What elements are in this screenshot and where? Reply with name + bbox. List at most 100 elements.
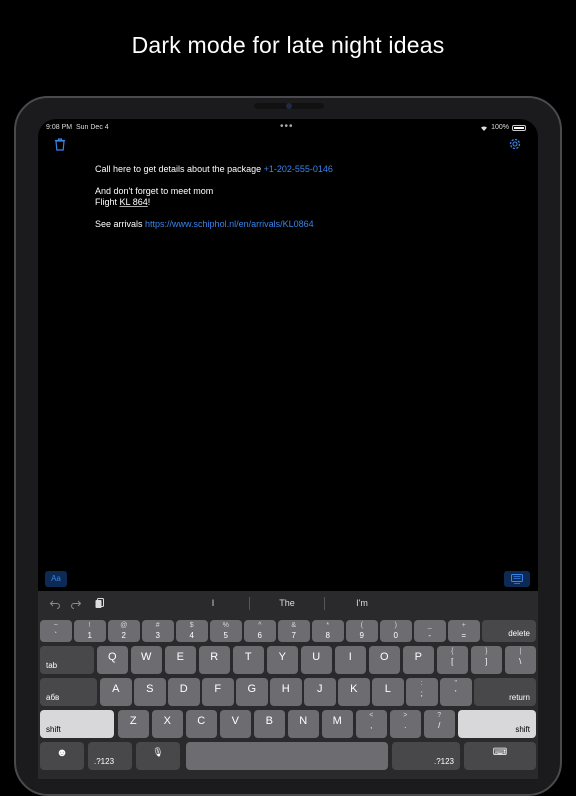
- note-body[interactable]: Call here to get details about the packa…: [95, 164, 333, 230]
- prediction-2[interactable]: The: [257, 598, 317, 608]
- key-s[interactable]: S: [134, 678, 166, 706]
- key-label: U: [312, 651, 321, 663]
- prediction-3[interactable]: I'm: [332, 598, 392, 608]
- key-shift-label: *: [326, 622, 330, 629]
- return-key[interactable]: return: [474, 678, 536, 706]
- key-label: 4: [189, 631, 194, 640]
- key-6[interactable]: ^ 6: [244, 620, 276, 642]
- key-label: =: [461, 631, 467, 640]
- key-1[interactable]: ! 1: [74, 620, 106, 642]
- key-label: P: [414, 651, 422, 663]
- wifi-icon: [481, 125, 488, 131]
- key-5[interactable]: % 5: [210, 620, 242, 642]
- key-q[interactable]: Q: [96, 646, 128, 674]
- delete-key[interactable]: delete: [482, 620, 536, 642]
- key-shift-label: (: [360, 622, 363, 629]
- key-7[interactable]: & 7: [278, 620, 310, 642]
- key-label: [: [451, 657, 454, 666]
- emoji-key[interactable]: ☻: [40, 742, 84, 770]
- hide-keyboard-key[interactable]: ⌨: [464, 742, 536, 770]
- numbers-key-right[interactable]: .?123: [392, 742, 460, 770]
- key-label: T: [244, 651, 252, 663]
- key-label: 0: [393, 631, 398, 640]
- keyboard-icon: [511, 574, 523, 584]
- tab-key[interactable]: tab: [40, 646, 94, 674]
- numbers-key-left[interactable]: .?123: [88, 742, 132, 770]
- key-t[interactable]: T: [232, 646, 264, 674]
- redo-icon[interactable]: [70, 598, 82, 609]
- key-p[interactable]: P: [402, 646, 434, 674]
- key-g[interactable]: G: [236, 678, 268, 706]
- key-8[interactable]: * 8: [312, 620, 344, 642]
- divider: [324, 597, 325, 610]
- key-'[interactable]: " ': [440, 678, 472, 706]
- arrivals-link[interactable]: https://www.schiphol.nl/en/arrivals/KL08…: [145, 219, 314, 229]
- key-b[interactable]: B: [253, 710, 285, 738]
- key-l[interactable]: L: [372, 678, 404, 706]
- paste-icon[interactable]: [93, 598, 105, 609]
- shift-key-right[interactable]: shift: [457, 710, 536, 738]
- key-;[interactable]: :;: [406, 678, 438, 706]
- key-y[interactable]: Y: [266, 646, 298, 674]
- key-[[interactable]: {[: [436, 646, 468, 674]
- key-label: .?123: [433, 757, 454, 766]
- key-label: .: [404, 721, 407, 730]
- key-label: абв: [46, 693, 60, 702]
- key-a[interactable]: A: [100, 678, 132, 706]
- key-.[interactable]: >.: [389, 710, 421, 738]
- phone-link[interactable]: +1-202-555-0146: [264, 164, 333, 174]
- key-label: ': [454, 689, 457, 698]
- key-/[interactable]: ? /: [423, 710, 455, 738]
- key-4[interactable]: $4: [176, 620, 208, 642]
- key-0[interactable]: ) 0: [380, 620, 412, 642]
- format-button[interactable]: Aa: [45, 571, 67, 587]
- key-k[interactable]: K: [338, 678, 370, 706]
- key-shift-label: |: [519, 648, 522, 655]
- prediction-1[interactable]: I: [183, 598, 243, 608]
- key-z[interactable]: Z: [117, 710, 149, 738]
- key-e[interactable]: E: [164, 646, 196, 674]
- hide-keyboard-button[interactable]: [504, 571, 530, 587]
- key-n[interactable]: N: [287, 710, 319, 738]
- key-label: \: [519, 657, 522, 666]
- flight-number-link[interactable]: KL 864: [120, 197, 148, 207]
- key-`[interactable]: ~ `: [40, 620, 72, 642]
- dictation-key[interactable]: 🎙: [136, 742, 180, 770]
- key-h[interactable]: H: [270, 678, 302, 706]
- key-w[interactable]: W: [130, 646, 162, 674]
- language-key[interactable]: абв: [40, 678, 97, 706]
- key-r[interactable]: R: [198, 646, 230, 674]
- key-3[interactable]: #3: [142, 620, 174, 642]
- key-\[interactable]: | \: [504, 646, 536, 674]
- undo-icon[interactable]: [49, 598, 61, 609]
- key-9[interactable]: (9: [346, 620, 378, 642]
- key--[interactable]: _ -: [414, 620, 446, 642]
- gear-icon[interactable]: [508, 137, 522, 151]
- trash-icon[interactable]: [53, 137, 67, 151]
- key-f[interactable]: F: [202, 678, 234, 706]
- key-j[interactable]: J: [304, 678, 336, 706]
- key-,[interactable]: <,: [355, 710, 387, 738]
- key-2[interactable]: @2: [108, 620, 140, 642]
- shift-key-left[interactable]: shift: [40, 710, 114, 738]
- key-c[interactable]: C: [185, 710, 217, 738]
- key-label: 8: [325, 631, 330, 640]
- key-label: /: [438, 721, 441, 730]
- key-i[interactable]: I: [334, 646, 366, 674]
- key-x[interactable]: X: [151, 710, 183, 738]
- key-=[interactable]: + =: [448, 620, 480, 642]
- key-shift-label: >: [403, 712, 408, 719]
- space-key[interactable]: [186, 742, 388, 770]
- key-o[interactable]: O: [368, 646, 400, 674]
- key-v[interactable]: V: [219, 710, 251, 738]
- multitasking-dots-icon[interactable]: •••: [280, 121, 294, 132]
- key-][interactable]: }]: [470, 646, 502, 674]
- key-label: F: [214, 683, 222, 695]
- key-d[interactable]: D: [168, 678, 200, 706]
- key-shift-label: <: [369, 712, 374, 719]
- key-m[interactable]: M: [321, 710, 353, 738]
- status-bar: 9:08 PM Sun Dec 4 ••• 100%: [38, 121, 538, 135]
- key-u[interactable]: U: [300, 646, 332, 674]
- key-label: G: [247, 683, 257, 695]
- note-line: See arrivals https://www.schiphol.nl/en/…: [95, 219, 314, 229]
